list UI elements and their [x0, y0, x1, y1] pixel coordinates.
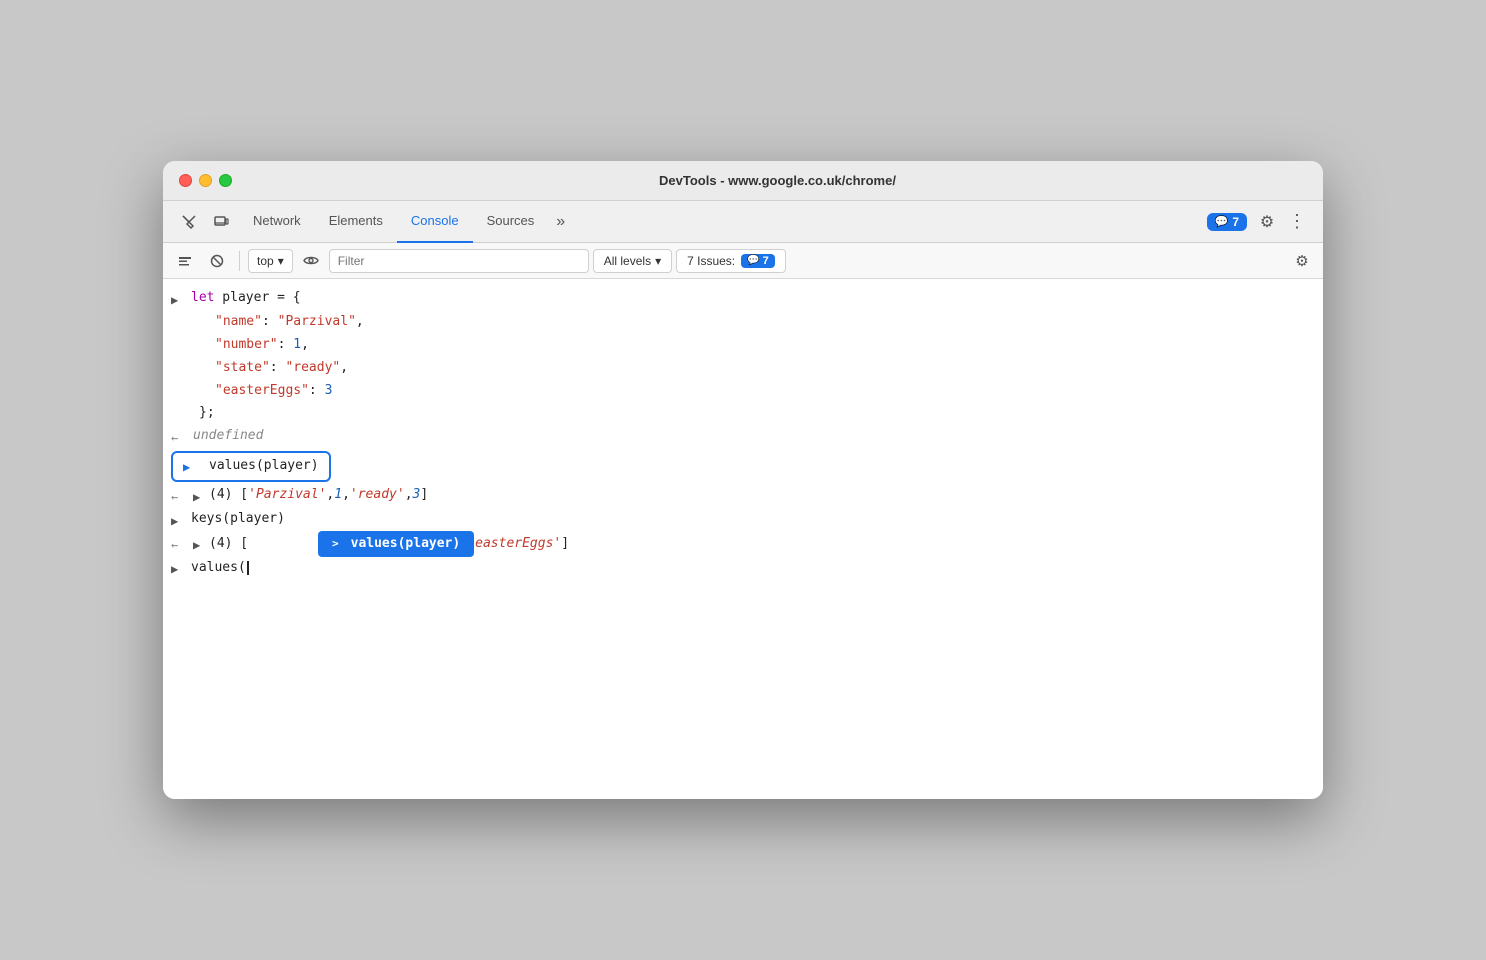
keyword-let: let	[191, 288, 214, 309]
autocomplete-popup[interactable]: > values(player)	[318, 531, 474, 558]
tab-console[interactable]: Console	[397, 201, 473, 243]
console-obj-line-4: "easterEggs" : 3	[163, 380, 1323, 403]
console-input-partial: ▶ values(	[163, 556, 1323, 580]
expand-arrow-1[interactable]: ▶	[171, 291, 183, 310]
undefined-value: undefined	[193, 426, 263, 447]
console-obj-line-3: "state" : "ready" ,	[163, 357, 1323, 380]
close-button[interactable]	[179, 174, 192, 187]
expand-arrow-keys[interactable]: ▶	[171, 512, 183, 531]
issues-label: 7 Issues:	[687, 254, 735, 268]
tab-elements[interactable]: Elements	[315, 201, 397, 243]
block-network-button[interactable]	[203, 247, 231, 275]
tab-bar: Network Elements Console Sources » 💬 7 ⚙…	[163, 201, 1323, 243]
console-input-values: ▶ values(player)	[163, 449, 1323, 483]
console-input-keys: ▶ keys(player)	[163, 508, 1323, 532]
tab-sources[interactable]: Sources	[473, 201, 549, 243]
badge-count: 7	[1232, 215, 1239, 229]
devtools-window: DevTools - www.google.co.uk/chrome/ Netw…	[163, 161, 1323, 799]
maximize-button[interactable]	[219, 174, 232, 187]
console-obj-line-1: "name" : "Parzival" ,	[163, 311, 1323, 334]
issues-tab-badge[interactable]: 💬 7	[1207, 213, 1247, 231]
title-bar: DevTools - www.google.co.uk/chrome/	[163, 161, 1323, 201]
result-prefix-3: ←	[171, 536, 185, 555]
more-tabs-button[interactable]: »	[548, 213, 573, 231]
dropdown-arrow-icon: ▾	[278, 254, 284, 268]
filter-input[interactable]	[329, 249, 589, 273]
inspect-element-button[interactable]	[175, 208, 203, 236]
console-input-1: ▶ let player = {	[163, 287, 1323, 311]
console-output: ▶ let player = { "name" : "Parzival" , "…	[163, 279, 1323, 799]
expand-arrow-partial[interactable]: ▶	[171, 560, 183, 579]
keys-call: keys(player)	[191, 509, 285, 530]
console-toolbar: top ▾ All levels ▾ 7 Issues: 💬 7 ⚙	[163, 243, 1323, 279]
result-prefix-2: ←	[171, 488, 185, 507]
cursor-caret	[247, 561, 249, 575]
console-result-undefined: ← undefined	[163, 425, 1323, 449]
toolbar-divider-1	[239, 251, 240, 271]
console-obj-line-2: "number" : 1 ,	[163, 334, 1323, 357]
clear-console-button[interactable]	[171, 247, 199, 275]
console-obj-close: };	[163, 402, 1323, 425]
more-options-button[interactable]: ⋮	[1283, 208, 1311, 236]
autocomplete-suggestion: values(player)	[351, 534, 461, 555]
issues-count: 7	[763, 255, 769, 267]
context-label: top	[257, 254, 274, 268]
device-toolbar-button[interactable]	[207, 208, 235, 236]
autocomplete-prompt-icon: >	[332, 535, 339, 553]
values-input-highlight: ▶ values(player)	[171, 451, 331, 481]
settings-button[interactable]: ⚙	[1253, 208, 1281, 236]
expand-arrow-array[interactable]: ▶	[193, 488, 205, 507]
console-result-array: ← ▶ (4) [ 'Parzival' , 1 , 'ready' , 3 ]	[163, 484, 1323, 508]
expand-arrow-keys-result[interactable]: ▶	[193, 536, 205, 555]
log-levels-selector[interactable]: All levels ▾	[593, 249, 672, 273]
issues-chat-icon: 💬	[747, 255, 759, 266]
values-partial: values(	[191, 558, 246, 579]
levels-label: All levels	[604, 254, 651, 268]
context-selector[interactable]: top ▾	[248, 249, 293, 273]
issues-badge: 💬 7	[741, 254, 775, 268]
minimize-button[interactable]	[199, 174, 212, 187]
eye-button[interactable]	[297, 247, 325, 275]
issues-button[interactable]: 7 Issues: 💬 7	[676, 249, 786, 273]
levels-arrow-icon: ▾	[655, 254, 661, 268]
tab-network[interactable]: Network	[239, 201, 315, 243]
autocomplete-row: ← ▶ (4) [ 'state' , 'easterEggs' ] > val…	[163, 532, 1323, 556]
traffic-lights	[179, 174, 232, 187]
window-title: DevTools - www.google.co.uk/chrome/	[248, 173, 1307, 188]
values-call: values(player)	[209, 456, 319, 477]
result-prefix: ←	[171, 429, 185, 448]
chat-icon: 💬	[1215, 215, 1229, 228]
expand-arrow-values[interactable]: ▶	[183, 458, 195, 477]
console-settings-button[interactable]: ⚙	[1289, 248, 1315, 274]
